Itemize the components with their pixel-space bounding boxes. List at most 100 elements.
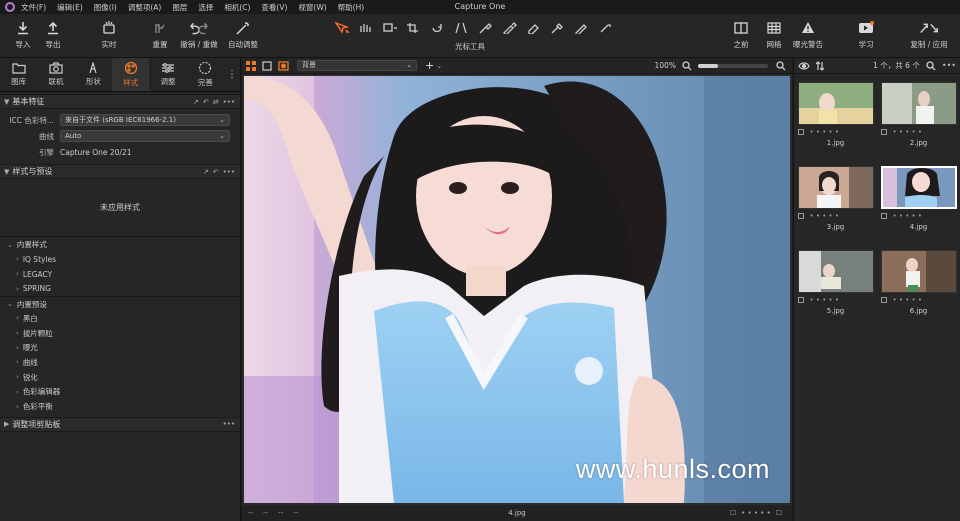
reset-icon[interactable]: ↗ xyxy=(193,98,199,106)
keystone-cursor-tool[interactable] xyxy=(450,19,474,37)
style-item-iq-styles[interactable]: › IQ Styles xyxy=(0,252,240,267)
menu-view[interactable]: 查看(V) xyxy=(261,2,287,13)
styles-presets-title: 样式与预设 xyxy=(12,167,53,176)
multi-view-icon[interactable] xyxy=(246,60,256,71)
rating-dots[interactable]: • • • • • xyxy=(893,128,923,136)
checkbox-icon[interactable] xyxy=(797,213,804,219)
tool-panel: 图库 联机 形状 样式 调整 完善 ⋮ ▼ 基本特征 ↗ ↶ ⇄ ••• ICC 色彩… xyxy=(0,58,241,521)
reset-icon[interactable]: ↗ xyxy=(203,168,209,176)
spot-cursor-tool[interactable] xyxy=(474,19,498,37)
tab-tether[interactable]: 联机 xyxy=(37,58,74,91)
zoom-icon[interactable] xyxy=(682,60,692,71)
tab-styles[interactable]: 样式 xyxy=(112,58,150,91)
styles-presets-header[interactable]: ▼ 样式与预设 ↗ ↶ ••• xyxy=(0,164,240,179)
tab-shape[interactable]: 形状 xyxy=(75,58,112,91)
folder-icon xyxy=(12,63,26,74)
style-item-legacy[interactable]: › LEGACY xyxy=(0,267,240,282)
search-icon[interactable] xyxy=(926,60,936,71)
annotate-cursor-tool[interactable] xyxy=(570,19,594,37)
basic-characteristics-header[interactable]: ▼ 基本特征 ↗ ↶ ⇄ ••• xyxy=(0,94,240,109)
thumbnail-6[interactable]: • • • • • 6.jpg xyxy=(877,250,960,330)
preset-item-color-balance[interactable]: › 色彩平衡 xyxy=(0,399,240,414)
pan-cursor-tool[interactable] xyxy=(354,19,378,37)
more-options-icon[interactable]: ⋮ xyxy=(224,58,240,91)
sort-icon[interactable] xyxy=(815,60,825,71)
thumbnail-1[interactable]: • • • • • 1.jpg xyxy=(794,82,877,162)
background-select[interactable]: 背景 ⌄ xyxy=(297,60,417,71)
rating-dots[interactable]: • • • • • xyxy=(893,296,923,304)
select-cursor-tool[interactable] xyxy=(330,19,354,37)
thumbnail-3[interactable]: • • • • • 3.jpg xyxy=(794,166,877,246)
eye-icon[interactable] xyxy=(798,61,810,71)
export-button[interactable]: 导出 xyxy=(30,18,76,50)
live-button[interactable]: 实时 xyxy=(86,18,132,50)
curve-select[interactable]: Auto ⌄ xyxy=(60,130,230,142)
menu-icon[interactable]: ••• xyxy=(223,98,235,106)
learn-button[interactable]: 学习 xyxy=(843,18,889,50)
menu-file[interactable]: 文件(F) xyxy=(21,2,46,13)
style-item-spring[interactable]: › SPRING xyxy=(0,281,240,296)
menu-camera[interactable]: 相机(C) xyxy=(224,2,250,13)
icc-profile-select[interactable]: 来自于文件 (sRGB IEC61966-2.1) ⌄ xyxy=(60,114,230,126)
tab-library[interactable]: 图库 xyxy=(0,58,37,91)
undo-icon[interactable]: ↶ xyxy=(203,98,209,106)
zoom-slider[interactable] xyxy=(698,63,768,68)
loupe-cursor-tool[interactable] xyxy=(378,19,402,37)
thumbnail-4[interactable]: • • • • • 4.jpg xyxy=(877,166,960,246)
proof-view-icon[interactable] xyxy=(278,60,289,71)
rating-dots[interactable]: • • • • • xyxy=(810,296,840,304)
thumbnail-2[interactable]: • • • • • 2.jpg xyxy=(877,82,960,162)
lens-icon xyxy=(89,62,97,74)
copy-icon[interactable]: ⇄ xyxy=(213,98,219,106)
copy-apply-button[interactable]: 复制 / 应用 xyxy=(906,18,952,50)
grid-label: 网格 xyxy=(766,40,782,49)
builtin-styles-group[interactable]: ⌄ 内置样式 xyxy=(0,237,240,252)
tab-refine[interactable]: 完善 xyxy=(187,58,224,91)
preset-item-color-editor[interactable]: › 色彩编辑器 xyxy=(0,385,240,400)
single-view-icon[interactable] xyxy=(262,60,272,71)
stamp-cursor-tool[interactable] xyxy=(594,19,618,37)
thumbnail-5[interactable]: • • • • • 5.jpg xyxy=(794,250,877,330)
viewer: 背景 ⌄ + ⌄ 100% www.hunls.com -- -- -- -- … xyxy=(242,58,792,521)
main-photo[interactable]: www.hunls.com xyxy=(244,76,790,503)
picker-cursor-tool[interactable] xyxy=(546,19,570,37)
clipboard-header[interactable]: ▶ 调整项剪贴板 ••• xyxy=(0,416,240,432)
checkbox-icon[interactable] xyxy=(880,297,887,303)
more-options-icon[interactable]: ••• xyxy=(942,61,956,70)
auto-adjust-button[interactable]: 自动调整 xyxy=(220,18,266,50)
rotate-cursor-tool[interactable] xyxy=(426,19,450,37)
style-item-label: IQ Styles xyxy=(22,254,57,264)
crop-cursor-tool[interactable] xyxy=(402,19,426,37)
menu-edit[interactable]: 编辑(E) xyxy=(57,2,83,13)
eraser-cursor-tool[interactable] xyxy=(522,19,546,37)
menu-image[interactable]: 图像(I) xyxy=(94,2,117,13)
menu-layer[interactable]: 图层 xyxy=(172,2,187,13)
preset-item-sharpen[interactable]: › 锐化 xyxy=(0,370,240,385)
add-icon[interactable]: + xyxy=(425,59,434,72)
menu-icon[interactable]: ••• xyxy=(223,168,235,176)
rating-dots[interactable]: • • • • • xyxy=(810,212,840,220)
preset-item-exposure[interactable]: › 曝光 xyxy=(0,340,240,355)
checkbox-icon[interactable] xyxy=(880,129,887,135)
menu-window[interactable]: 视窗(W) xyxy=(298,2,326,13)
preset-item-grain[interactable]: › 拔片颗粒 xyxy=(0,326,240,341)
menu-adjustments[interactable]: 调整项(A) xyxy=(128,2,161,13)
preset-item-curve[interactable]: › 曲线 xyxy=(0,355,240,370)
brush-cursor-tool[interactable] xyxy=(498,19,522,37)
section-actions: ••• xyxy=(223,420,240,428)
rating-dots[interactable]: • • • • • xyxy=(810,128,840,136)
exposure-warning-button[interactable]: 曝光警告 xyxy=(785,18,831,50)
builtin-presets-group[interactable]: ⌄ 内置预设 xyxy=(0,296,240,311)
undo-icon[interactable]: ↶ xyxy=(213,168,219,176)
tab-adjust[interactable]: 调整 xyxy=(149,58,186,91)
checkbox-icon[interactable] xyxy=(880,213,887,219)
rating-dots[interactable]: • • • • • xyxy=(893,212,923,220)
preset-item-bw[interactable]: › 黑白 xyxy=(0,311,240,326)
zoom-in-icon[interactable] xyxy=(776,60,786,71)
menu-help[interactable]: 帮助(H) xyxy=(338,2,365,13)
menu-icon[interactable]: ••• xyxy=(223,420,235,428)
undo-redo-button[interactable]: 撤销 / 重做 xyxy=(176,18,222,50)
checkbox-icon[interactable] xyxy=(797,129,804,135)
menu-select[interactable]: 选择 xyxy=(198,2,213,13)
checkbox-icon[interactable] xyxy=(797,297,804,303)
